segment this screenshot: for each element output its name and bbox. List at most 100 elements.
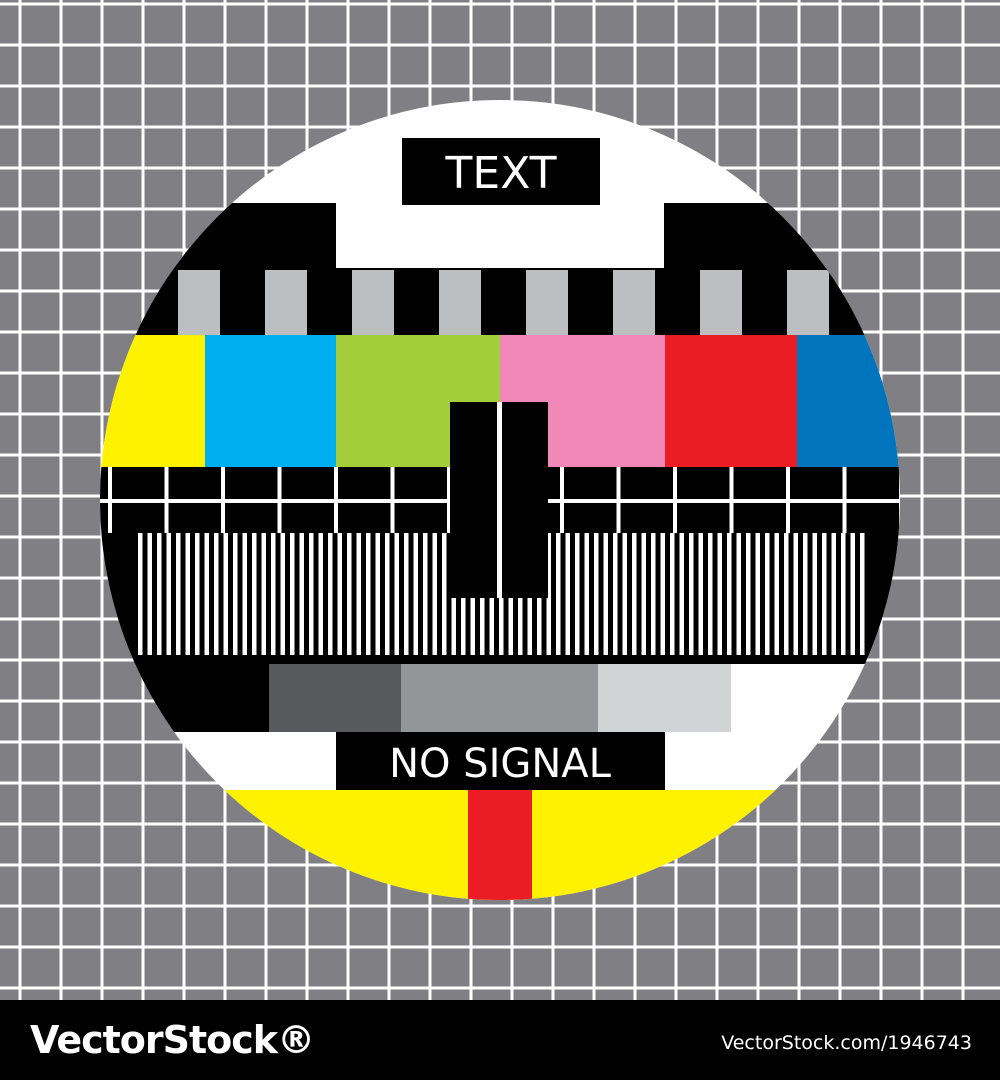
fine-bar [261, 533, 266, 655]
fine-bar [755, 533, 760, 655]
fine-bar [584, 533, 589, 655]
checker-grey-block [265, 270, 307, 335]
fine-bar [366, 533, 371, 655]
fine-bar [157, 533, 162, 655]
fine-bar [166, 533, 171, 655]
checker-grey-block [526, 270, 568, 335]
fine-bar [442, 533, 447, 655]
checker-grey-block [787, 270, 829, 335]
no-signal-label: NO SIGNAL [389, 741, 612, 787]
fine-bar [850, 533, 855, 655]
fine-bar [271, 533, 276, 655]
fine-bar [736, 533, 741, 655]
checker-grey-block [700, 270, 742, 335]
fine-bar [622, 533, 627, 655]
fine-bar [385, 533, 390, 655]
fine-bar [793, 533, 798, 655]
step-mid-grey [401, 664, 598, 732]
fine-bar [204, 533, 209, 655]
fine-bar [309, 533, 314, 655]
band-tick [334, 467, 338, 533]
fine-bar [195, 533, 200, 655]
fine-bar [556, 533, 561, 655]
checker-grey-block [439, 270, 481, 335]
top-label: TEXT [445, 148, 557, 199]
fine-bar [831, 533, 836, 655]
fine-bar [147, 533, 152, 655]
fine-bar [698, 533, 703, 655]
fine-bar [290, 533, 295, 655]
fine-bar [318, 533, 323, 655]
step-dark-grey [269, 664, 401, 732]
fine-bar [356, 533, 361, 655]
fine-bar [841, 533, 846, 655]
fine-bar [812, 533, 817, 655]
band-tick [786, 467, 790, 533]
fine-bar [803, 533, 808, 655]
step-light-grey [598, 664, 731, 732]
fine-bar [765, 533, 770, 655]
image-url: VectorStock.com/1946743 [721, 1032, 972, 1054]
fine-bar [423, 533, 428, 655]
band-tick [616, 467, 621, 533]
fine-bar [641, 533, 646, 655]
fine-bar [660, 533, 665, 655]
fine-bar [233, 533, 238, 655]
fine-bar [138, 533, 143, 655]
fine-bar [822, 533, 827, 655]
fine-bar [575, 533, 580, 655]
fine-bar [223, 533, 228, 655]
band-tick [164, 467, 169, 533]
red-bar [665, 335, 797, 467]
watermark-footer: VectorStock® VectorStock.com/1946743 [0, 1000, 1000, 1080]
fine-bar [432, 533, 437, 655]
fine-bar [651, 533, 656, 655]
fine-bar [613, 533, 618, 655]
band-tick [729, 467, 734, 533]
fine-bar [746, 533, 751, 655]
fine-bar [670, 533, 675, 655]
vectorstock-logo: VectorStock® [30, 1018, 315, 1062]
test-card-graphic: TEXT NO SIGNAL [0, 0, 1000, 1000]
fine-bar [708, 533, 713, 655]
cyan-bar [205, 335, 336, 467]
fine-bar [860, 533, 865, 655]
fine-bar [413, 533, 418, 655]
band-tick [842, 467, 847, 533]
fine-bar [337, 533, 342, 655]
band-tick [560, 467, 564, 533]
fine-bar [717, 533, 722, 655]
band-tick [221, 467, 225, 533]
checker-grey-block [352, 270, 394, 335]
band-tick [390, 467, 395, 533]
center-tower-split [497, 402, 502, 598]
fine-bar [176, 533, 181, 655]
fine-bar [774, 533, 779, 655]
fine-bar [727, 533, 732, 655]
fine-bar [347, 533, 352, 655]
fine-bar [214, 533, 219, 655]
fine-bar [594, 533, 599, 655]
checker-grey-block [178, 270, 220, 335]
fine-bar [404, 533, 409, 655]
fine-bar [299, 533, 304, 655]
fine-bar [679, 533, 684, 655]
fine-bar [280, 533, 285, 655]
fine-bar [242, 533, 247, 655]
band-tick [277, 467, 282, 533]
checker-grey-block [613, 270, 655, 335]
bottom-red-strip [468, 790, 532, 900]
band-tick [108, 467, 112, 533]
test-card-screen: TEXT NO SIGNAL VectorStock® VectorStock.… [0, 0, 1000, 1080]
fine-bar [394, 533, 399, 655]
fine-bar [328, 533, 333, 655]
fine-bar [375, 533, 380, 655]
fine-bar [689, 533, 694, 655]
fine-bar [252, 533, 257, 655]
fine-bar [603, 533, 608, 655]
fine-bar [565, 533, 570, 655]
band-tick [673, 467, 677, 533]
fine-bar [784, 533, 789, 655]
fine-bar [185, 533, 190, 655]
fine-bar [632, 533, 637, 655]
